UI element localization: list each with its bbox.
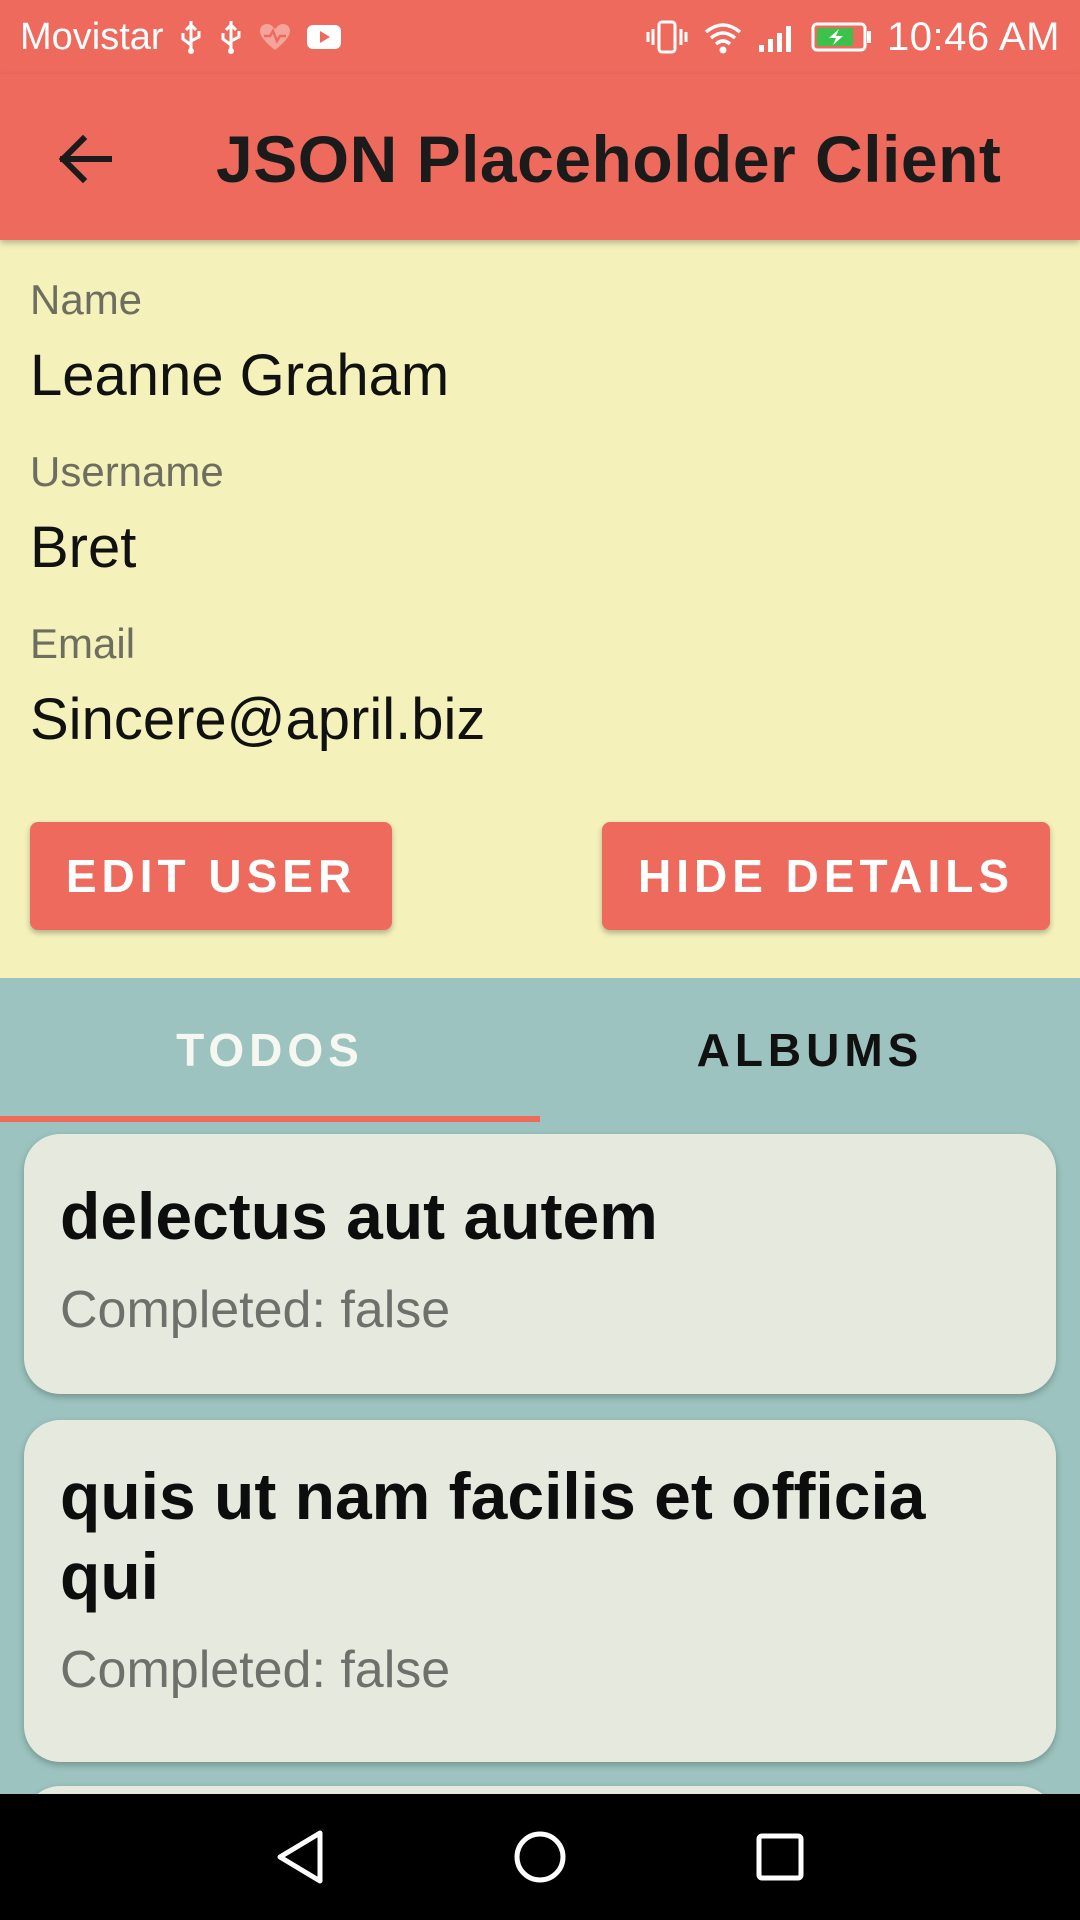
todo-list[interactable]: delectus aut autem Completed: false quis… (0, 1122, 1080, 1794)
triangle-back-icon (277, 1830, 323, 1884)
circle-home-icon (514, 1831, 566, 1883)
carrier-name: Movistar (20, 15, 164, 58)
health-heart-icon (258, 22, 292, 52)
nav-back-button[interactable] (255, 1812, 345, 1902)
square-recents-icon (756, 1833, 804, 1881)
todo-card[interactable] (24, 1786, 1056, 1794)
todo-status: Completed: false (60, 1281, 451, 1339)
status-bar: Movistar 10:46 AM (0, 0, 1080, 74)
todo-card[interactable]: quis ut nam facilis et officia qui Compl… (24, 1420, 1056, 1762)
status-bar-left: Movistar (20, 16, 342, 59)
user-details-panel: Name Leanne Graham Username Bret Email S… (0, 240, 1080, 978)
email-value: Sincere@april.biz (30, 687, 486, 752)
status-bar-right: 10:46 AM (645, 15, 1060, 60)
edit-user-button[interactable]: EDIT USER (30, 822, 392, 930)
youtube-icon (306, 23, 342, 51)
tab-todos[interactable]: TODOS (0, 978, 540, 1122)
usb-debug-icon (218, 19, 244, 55)
app-title: JSON Placeholder Client (216, 122, 1002, 196)
username-label: Username (30, 448, 224, 495)
status-time: 10:46 AM (886, 14, 1060, 59)
wifi-icon (703, 20, 743, 54)
vibrate-icon (645, 19, 689, 55)
tab-albums[interactable]: ALBUMS (540, 978, 1080, 1122)
name-label: Name (30, 276, 143, 323)
tab-bar: TODOS ALBUMS (0, 978, 1080, 1122)
back-button[interactable] (40, 114, 130, 204)
nav-home-button[interactable] (495, 1812, 585, 1902)
navigation-bar (0, 1794, 1080, 1920)
battery-charging-icon (811, 21, 873, 53)
app-bar: JSON Placeholder Client (0, 74, 1080, 240)
todo-title: quis ut nam facilis et officia qui (60, 1459, 926, 1613)
hide-details-button[interactable]: HIDE DETAILS (602, 822, 1050, 930)
signal-icon (757, 21, 797, 53)
nav-recents-button[interactable] (735, 1812, 825, 1902)
todo-title: delectus aut autem (60, 1179, 658, 1253)
usb-icon (178, 19, 204, 55)
username-value: Bret (30, 515, 137, 580)
name-value: Leanne Graham (30, 343, 450, 408)
arrow-left-icon (58, 134, 112, 184)
todo-card[interactable]: delectus aut autem Completed: false (24, 1134, 1056, 1394)
email-label: Email (30, 620, 136, 667)
todo-status: Completed: false (60, 1641, 451, 1699)
